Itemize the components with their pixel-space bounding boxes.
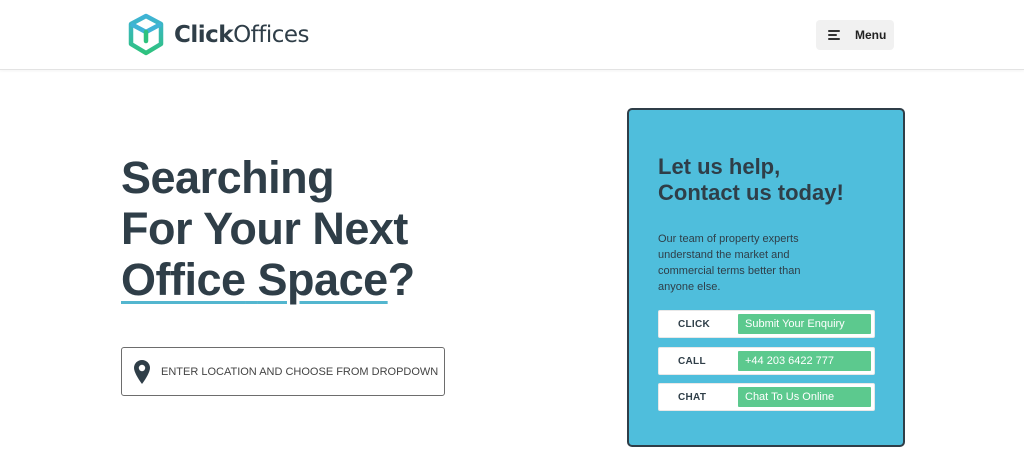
- contact-row-click: CLICK Submit Your Enquiry: [658, 310, 875, 338]
- hero-title-space: [246, 254, 258, 305]
- logo-text: ClickOffices: [174, 22, 310, 48]
- hero-title-line-2: For Your Next: [121, 203, 408, 254]
- logo-text-light: Offices: [233, 22, 310, 48]
- location-pin-icon: [134, 359, 150, 384]
- submit-enquiry-button[interactable]: Submit Your Enquiry: [738, 314, 871, 334]
- chat-online-button[interactable]: Chat To Us Online: [738, 387, 871, 407]
- hero-title-word-office: Office: [121, 254, 246, 305]
- contact-row-call: CALL +44 203 6422 777: [658, 347, 875, 375]
- contact-card-description: Our team of property experts understand …: [658, 233, 801, 293]
- contact-card-title-line-2: Contact us today!: [658, 180, 844, 205]
- menu-button[interactable]: Menu: [816, 20, 894, 50]
- contact-row-chat: CHAT Chat To Us Online: [658, 383, 875, 411]
- contact-row-key: CHAT: [678, 391, 707, 403]
- hero-title-question-mark: ?: [387, 254, 416, 305]
- site-header: ClickOffices Menu: [0, 0, 1024, 70]
- logo-link[interactable]: ClickOffices: [127, 12, 310, 58]
- contact-card: Let us help, Contact us today! Our team …: [627, 108, 905, 447]
- hero-title-line-1: Searching: [121, 152, 335, 203]
- hero-title-line-3: Office Space?: [121, 254, 415, 305]
- menu-label: Menu: [855, 28, 887, 42]
- location-search-input[interactable]: [161, 365, 441, 378]
- contact-row-key: CALL: [678, 355, 706, 367]
- hero-title-word-space: Space: [257, 254, 389, 305]
- contact-card-title: Let us help, Contact us today!: [658, 154, 844, 206]
- phone-number-link[interactable]: +44 203 6422 777: [738, 351, 871, 371]
- cube-logo-icon: [128, 13, 164, 56]
- logo-text-bold: Click: [174, 22, 234, 48]
- location-search-box[interactable]: [121, 347, 445, 396]
- hamburger-icon: [828, 30, 840, 40]
- hero-title: Searching For Your Next Office Space?: [121, 152, 415, 305]
- contact-row-key: CLICK: [678, 318, 711, 330]
- contact-card-title-line-1: Let us help,: [658, 154, 781, 179]
